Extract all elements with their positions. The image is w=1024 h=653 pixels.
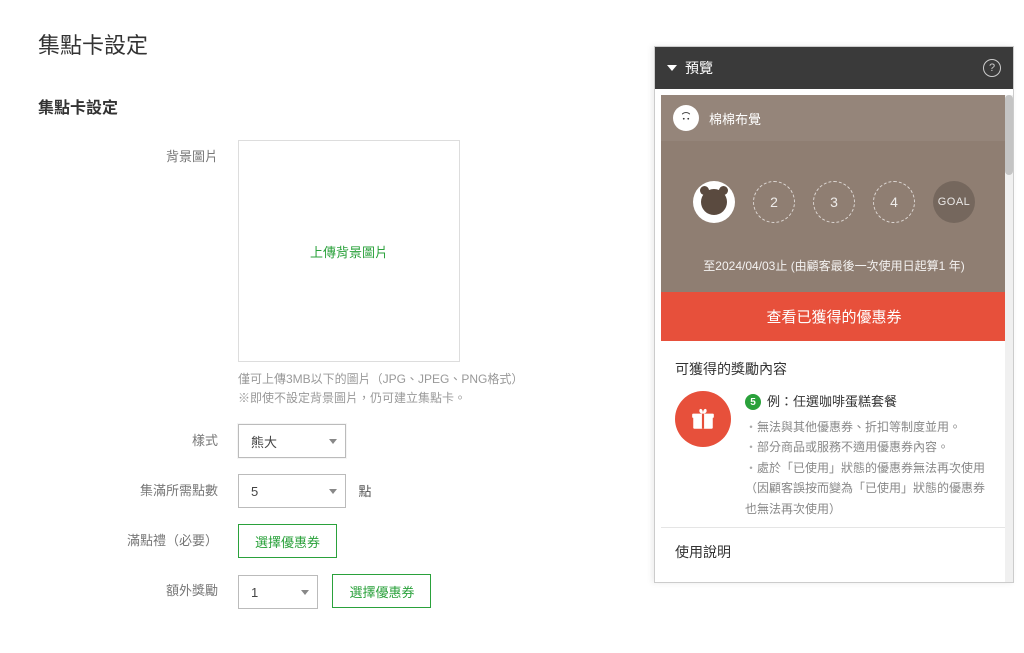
bg-image-label: 背景圖片 bbox=[38, 140, 238, 408]
style-select[interactable]: 熊大 bbox=[238, 424, 346, 458]
expire-text: 至2024/04/03止 (由顧客最後一次使用日起算1 年) bbox=[661, 257, 1007, 292]
usage-title: 使用說明 bbox=[661, 527, 1007, 576]
stamp-3: 3 bbox=[813, 181, 855, 223]
reward-note: 無法與其他優惠券、折扣等制度並用。 bbox=[745, 417, 993, 437]
reward-note: 處於「已使用」狀態的優惠券無法再次使用（因顧客誤按而變為「已使用」狀態的優惠券也… bbox=[745, 458, 993, 519]
stamp-2: 2 bbox=[753, 181, 795, 223]
points-label: 集滿所需點數 bbox=[38, 474, 238, 508]
reward-note: 部分商品或服務不適用優惠券內容。 bbox=[745, 437, 993, 457]
gift-icon bbox=[675, 391, 731, 447]
upload-background-button[interactable]: 上傳背景圖片 bbox=[238, 140, 460, 362]
extra-reward-label: 額外獎勵 bbox=[38, 574, 238, 609]
stamp-goal: GOAL bbox=[933, 181, 975, 223]
style-label: 樣式 bbox=[38, 424, 238, 458]
reward-item: 5 例：任選咖啡蛋糕套餐 無法與其他優惠券、折扣等制度並用。 部分商品或服務不適… bbox=[675, 391, 993, 519]
shop-name: 棉棉布覺 bbox=[709, 109, 761, 128]
bear-icon bbox=[701, 189, 727, 215]
extra-reward-select[interactable]: 1 bbox=[238, 575, 318, 609]
reward-badge: 5 bbox=[745, 394, 761, 410]
view-earned-coupons-button[interactable]: 查看已獲得的優惠券 bbox=[661, 292, 1007, 341]
full-reward-label: 滿點禮（必要） bbox=[38, 524, 238, 558]
reward-example-title: 例：任選咖啡蛋糕套餐 bbox=[767, 391, 897, 413]
scrollbar-thumb[interactable] bbox=[1005, 95, 1013, 175]
stamps-row: 2 3 4 GOAL bbox=[661, 141, 1007, 257]
upload-text: 上傳背景圖片 bbox=[310, 242, 388, 261]
shop-avatar bbox=[673, 105, 699, 131]
chevron-down-icon bbox=[329, 439, 337, 444]
stamp-4: 4 bbox=[873, 181, 915, 223]
rewards-title: 可獲得的獎勵內容 bbox=[675, 359, 993, 379]
card-preview: 棉棉布覺 2 3 4 GOAL 至2024/04/03止 (由顧客最後一次使用日… bbox=[661, 95, 1007, 292]
collapse-icon bbox=[667, 65, 677, 71]
chevron-down-icon bbox=[329, 489, 337, 494]
points-unit: 點 bbox=[358, 484, 371, 499]
preview-panel: 預覽 ? 棉棉布覺 2 3 4 GOAL 至2024/04/03止 (由顧客最後… bbox=[654, 46, 1014, 583]
scrollbar-track[interactable] bbox=[1005, 95, 1013, 582]
preview-title: 預覽 bbox=[685, 58, 983, 78]
stamp-1 bbox=[693, 181, 735, 223]
extra-choose-coupon-button[interactable]: 選擇優惠券 bbox=[332, 574, 431, 608]
points-required-select[interactable]: 5 bbox=[238, 474, 346, 508]
chevron-down-icon bbox=[301, 590, 309, 595]
choose-coupon-button[interactable]: 選擇優惠券 bbox=[238, 524, 337, 558]
help-icon[interactable]: ? bbox=[983, 59, 1001, 77]
preview-header[interactable]: 預覽 ? bbox=[655, 47, 1013, 89]
